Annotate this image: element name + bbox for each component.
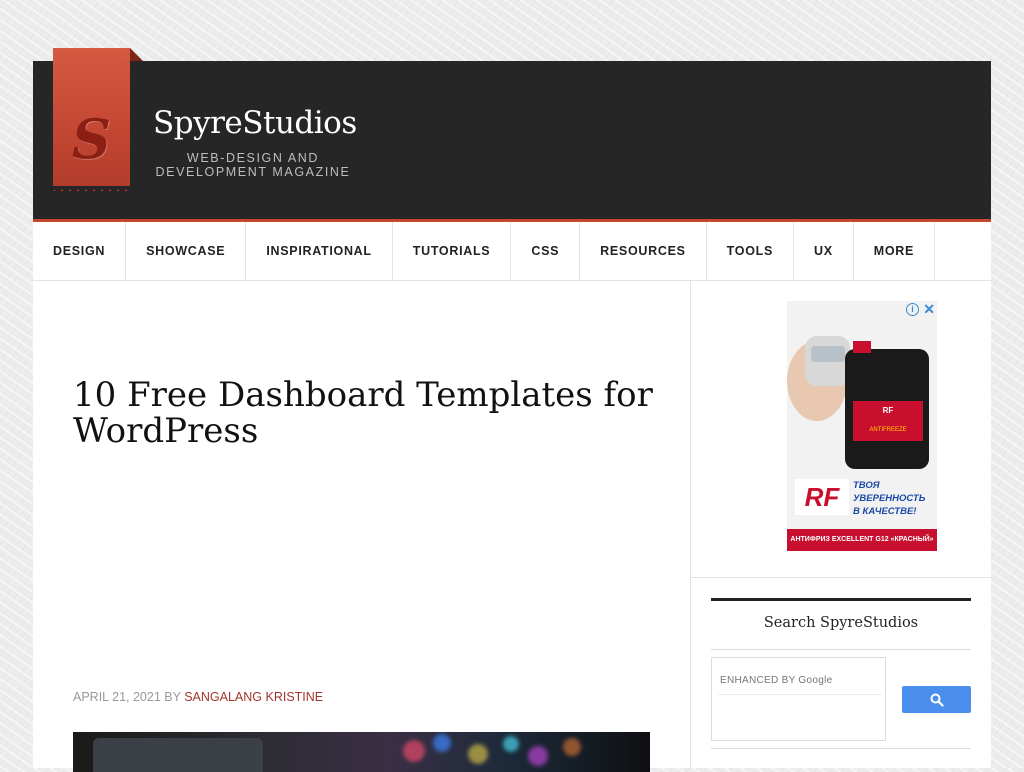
nav-item-design[interactable]: DESIGN [33,222,127,280]
sidebar: RF ANTIFREEZE RF ТВОЯ УВЕРЕННОСТЬ В КАЧЕ… [690,281,992,768]
ad-slogan: ТВОЯ УВЕРЕННОСТЬ В КАЧЕСТВЕ! [853,480,926,517]
bokeh-light [433,734,451,752]
info-icon[interactable]: i [906,303,919,316]
search-box [711,657,886,741]
post-by: BY [164,690,181,704]
site-title[interactable]: SpyreStudios [153,105,357,141]
site-header: S SpyreStudios WEB-DESIGN AND DEVELOPMEN… [33,48,991,222]
svg-text:ANTIFREEZE: ANTIFREEZE [869,427,906,433]
site-container: S SpyreStudios WEB-DESIGN AND DEVELOPMEN… [33,48,992,772]
bokeh-light [563,738,581,756]
nav-item-css[interactable]: CSS [511,222,581,280]
nav-item-inspirational[interactable]: INSPIRATIONAL [246,222,393,280]
search-icon [930,693,944,707]
advertisement[interactable]: RF ANTIFREEZE RF ТВОЯ УВЕРЕННОСТЬ В КАЧЕ… [787,301,937,551]
search-widget-title: Search SpyreStudios [763,615,919,631]
nav-item-more[interactable]: MORE [854,222,936,280]
post-date: APRIL 21, 2021 [73,690,161,704]
post-meta: APRIL 21, 2021 BY SANGALANG KRISTINE [73,690,323,704]
bokeh-light [468,744,488,764]
search-input[interactable] [718,666,882,695]
svg-text:RF: RF [883,406,894,415]
ad-footer: АНТИФРИЗ EXCELLENT G12 «КРАСНЫЙ» [787,529,937,551]
nav-item-tools[interactable]: TOOLS [707,222,794,280]
bokeh-light [403,740,425,762]
nav-item-tutorials[interactable]: TUTORIALS [393,222,512,280]
widget-divider-bottom [711,748,971,749]
nav-item-ux[interactable]: UX [794,222,854,280]
widget-divider [711,649,971,650]
ribbon-zigzag-edge [53,186,130,194]
widget-title-bar [711,598,971,601]
bokeh-light [528,746,548,766]
close-icon[interactable]: ✕ [923,301,935,318]
nav-item-resources[interactable]: RESOURCES [580,222,707,280]
site-tagline: WEB-DESIGN AND DEVELOPMENT MAGAZINE [155,151,351,179]
laptop-edge [93,738,263,772]
nav-item-showcase[interactable]: SHOWCASE [126,222,247,280]
logo-letter[interactable]: S [53,109,130,169]
svg-text:RF: RF [805,482,841,512]
main-nav: DESIGN SHOWCASE INSPIRATIONAL TUTORIALS … [33,222,991,281]
search-button[interactable] [902,686,971,713]
post-author-link[interactable]: SANGALANG KRISTINE [184,690,323,704]
ribbon-fold [130,48,143,61]
post-title[interactable]: 10 Free Dashboard Templates for WordPres… [73,377,653,449]
widget-separator [691,577,992,578]
bokeh-light [503,736,519,752]
post-featured-image[interactable] [73,732,650,772]
